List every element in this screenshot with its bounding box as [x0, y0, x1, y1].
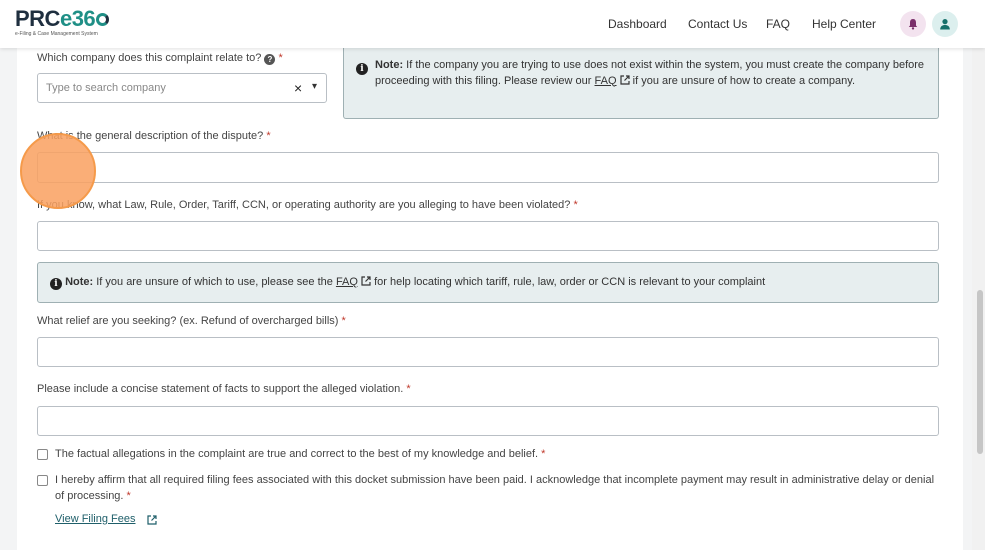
- relief-sought-input[interactable]: [37, 337, 939, 367]
- external-link-icon[interactable]: [619, 74, 630, 85]
- law-note-text-1: If you are unsure of which to use, pleas…: [93, 276, 336, 288]
- required-marker: *: [266, 130, 271, 142]
- affirm-fees-checkbox[interactable]: [37, 475, 48, 486]
- required-marker: *: [126, 490, 131, 502]
- required-marker: *: [278, 52, 283, 64]
- logo-tagline: e-Filing & Case Management System: [15, 31, 98, 37]
- company-note: i Note: If the company you are trying to…: [343, 48, 939, 119]
- nav-help-center[interactable]: Help Center: [812, 17, 876, 31]
- user-icon: [940, 19, 950, 30]
- company-note-text-2: if you are unsure of how to create a com…: [629, 74, 856, 87]
- law-note-text-2: for help locating which tariff, rule, la…: [371, 276, 766, 288]
- logo-accent-text: e36: [59, 6, 96, 31]
- violated-authority-input[interactable]: [37, 221, 939, 251]
- logo-main-text: PRC: [15, 6, 60, 31]
- top-header: PRC e36 e-Filing & Case Management System…: [0, 0, 985, 48]
- dispute-description-input[interactable]: [37, 152, 939, 183]
- relief-label: What relief are you seeking? (ex. Refund…: [37, 315, 346, 327]
- view-filing-fees-link[interactable]: View Filing Fees: [55, 513, 136, 525]
- scrollbar-thumb[interactable]: [977, 290, 983, 454]
- affirm-true-text: The factual allegations in the complaint…: [55, 448, 539, 460]
- law-label-text: If you know, what Law, Rule, Order, Tari…: [37, 199, 571, 211]
- note-label: Note:: [65, 276, 94, 288]
- company-label: Which company does this complaint relate…: [37, 52, 283, 65]
- logo-wordmark: PRC e36: [15, 7, 125, 31]
- required-marker: *: [541, 448, 546, 460]
- help-icon[interactable]: ?: [264, 54, 276, 65]
- statement-of-facts-input[interactable]: [37, 406, 939, 436]
- app-logo[interactable]: PRC e36 e-Filing & Case Management System: [15, 7, 125, 41]
- required-marker: *: [341, 315, 346, 327]
- affirm-true-checkbox[interactable]: [37, 449, 48, 460]
- facts-label: Please include a concise statement of fa…: [37, 383, 411, 395]
- affirm-true-label[interactable]: The factual allegations in the complaint…: [55, 446, 935, 462]
- chevron-down-icon[interactable]: ▾: [312, 81, 317, 92]
- nav-dashboard[interactable]: Dashboard: [608, 17, 667, 31]
- law-label: If you know, what Law, Rule, Order, Tari…: [37, 199, 578, 211]
- required-marker: *: [406, 383, 411, 395]
- affirm-fees-label[interactable]: I hereby affirm that all required filing…: [55, 472, 940, 504]
- company-search-input[interactable]: [37, 73, 327, 103]
- nav-faq[interactable]: FAQ: [766, 17, 790, 31]
- view-filing-fees-text: View Filing Fees: [55, 513, 136, 525]
- company-label-text: Which company does this complaint relate…: [37, 52, 262, 64]
- note-label: Note:: [375, 59, 404, 71]
- affirm-fees-text: I hereby affirm that all required filing…: [55, 474, 935, 502]
- notifications-button[interactable]: [900, 11, 926, 37]
- user-menu-button[interactable]: [932, 11, 958, 37]
- external-link-icon[interactable]: [147, 515, 157, 525]
- logo-ring-icon: [96, 12, 110, 26]
- click-indicator: [20, 133, 96, 209]
- relief-label-text: What relief are you seeking? (ex. Refund…: [37, 315, 339, 327]
- required-marker: *: [573, 199, 578, 211]
- facts-label-text: Please include a concise statement of fa…: [37, 383, 404, 395]
- external-link-icon[interactable]: [361, 276, 371, 286]
- nav-contact-us[interactable]: Contact Us: [688, 17, 747, 31]
- company-note-faq-link[interactable]: FAQ: [595, 75, 617, 87]
- law-note-faq-link[interactable]: FAQ: [336, 276, 358, 288]
- bell-icon: [908, 19, 918, 30]
- law-note: i Note: If you are unsure of which to us…: [37, 262, 939, 303]
- info-icon: i: [50, 278, 62, 290]
- clear-icon[interactable]: ×: [294, 80, 302, 96]
- info-icon: i: [356, 63, 368, 75]
